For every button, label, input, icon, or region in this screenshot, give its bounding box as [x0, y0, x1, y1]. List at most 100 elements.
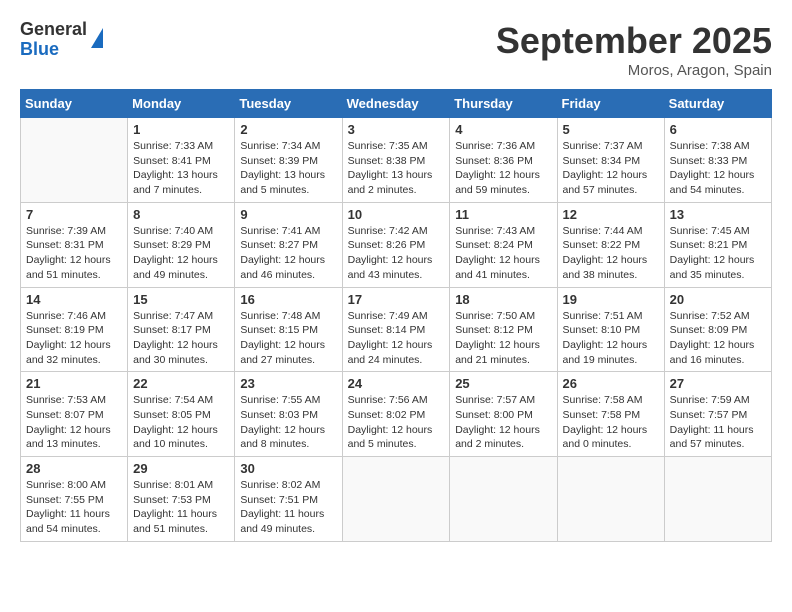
day-info: Sunrise: 7:46 AM Sunset: 8:19 PM Dayligh… [26, 309, 122, 368]
day-info: Sunrise: 7:48 AM Sunset: 8:15 PM Dayligh… [240, 309, 336, 368]
day-cell: 1 Sunrise: 7:33 AM Sunset: 8:41 PM Daylig… [128, 118, 235, 203]
column-header-monday: Monday [128, 90, 235, 118]
day-number: 11 [455, 207, 551, 222]
logo-general-text: General [20, 20, 87, 40]
week-row-2: 7 Sunrise: 7:39 AM Sunset: 8:31 PM Daylig… [21, 202, 772, 287]
title-block: September 2025 Moros, Aragon, Spain [496, 20, 772, 79]
day-cell: 19 Sunrise: 7:51 AM Sunset: 8:10 PM Dayli… [557, 287, 664, 372]
day-info: Sunrise: 7:49 AM Sunset: 8:14 PM Dayligh… [348, 309, 445, 368]
day-info: Sunrise: 7:51 AM Sunset: 8:10 PM Dayligh… [563, 309, 659, 368]
day-info: Sunrise: 7:35 AM Sunset: 8:38 PM Dayligh… [348, 139, 445, 198]
day-number: 29 [133, 461, 229, 476]
day-cell [342, 457, 450, 542]
month-title: September 2025 [496, 20, 772, 62]
day-info: Sunrise: 7:56 AM Sunset: 8:02 PM Dayligh… [348, 393, 445, 452]
day-cell: 5 Sunrise: 7:37 AM Sunset: 8:34 PM Daylig… [557, 118, 664, 203]
column-header-tuesday: Tuesday [235, 90, 342, 118]
day-number: 8 [133, 207, 229, 222]
day-number: 12 [563, 207, 659, 222]
logo-blue-text: Blue [20, 40, 87, 60]
calendar-header-row: SundayMondayTuesdayWednesdayThursdayFrid… [21, 90, 772, 118]
day-number: 24 [348, 376, 445, 391]
day-number: 28 [26, 461, 122, 476]
day-cell: 14 Sunrise: 7:46 AM Sunset: 8:19 PM Dayli… [21, 287, 128, 372]
day-cell [664, 457, 771, 542]
day-info: Sunrise: 7:58 AM Sunset: 7:58 PM Dayligh… [563, 393, 659, 452]
logo-icon [91, 28, 103, 48]
column-header-friday: Friday [557, 90, 664, 118]
day-number: 10 [348, 207, 445, 222]
day-cell: 23Sunrise: 7:55 AM Sunset: 8:03 PM Dayli… [235, 372, 342, 457]
day-info: Sunrise: 7:37 AM Sunset: 8:34 PM Dayligh… [563, 139, 659, 198]
day-cell: 3 Sunrise: 7:35 AM Sunset: 8:38 PM Daylig… [342, 118, 450, 203]
day-info: Sunrise: 7:52 AM Sunset: 8:09 PM Dayligh… [670, 309, 766, 368]
day-cell: 20 Sunrise: 7:52 AM Sunset: 8:09 PM Dayli… [664, 287, 771, 372]
week-row-5: 28 Sunrise: 8:00 AM Sunset: 7:55 PM Dayli… [21, 457, 772, 542]
day-cell: 11 Sunrise: 7:43 AM Sunset: 8:24 PM Dayli… [450, 202, 557, 287]
day-number: 23 [240, 376, 336, 391]
column-header-wednesday: Wednesday [342, 90, 450, 118]
column-header-saturday: Saturday [664, 90, 771, 118]
day-info: Sunrise: 8:02 AM Sunset: 7:51 PM Dayligh… [240, 478, 336, 537]
day-info: Sunrise: 7:45 AM Sunset: 8:21 PM Dayligh… [670, 224, 766, 283]
day-info: Sunrise: 7:33 AM Sunset: 8:41 PM Dayligh… [133, 139, 229, 198]
day-cell: 6Sunrise: 7:38 AM Sunset: 8:33 PM Daylig… [664, 118, 771, 203]
day-cell: 13 Sunrise: 7:45 AM Sunset: 8:21 PM Dayli… [664, 202, 771, 287]
day-number: 9 [240, 207, 336, 222]
day-info: Sunrise: 7:36 AM Sunset: 8:36 PM Dayligh… [455, 139, 551, 198]
day-info: Sunrise: 7:42 AM Sunset: 8:26 PM Dayligh… [348, 224, 445, 283]
day-info: Sunrise: 7:47 AM Sunset: 8:17 PM Dayligh… [133, 309, 229, 368]
day-number: 5 [563, 122, 659, 137]
day-number: 16 [240, 292, 336, 307]
day-cell: 2 Sunrise: 7:34 AM Sunset: 8:39 PM Daylig… [235, 118, 342, 203]
day-info: Sunrise: 7:39 AM Sunset: 8:31 PM Dayligh… [26, 224, 122, 283]
day-number: 17 [348, 292, 445, 307]
day-number: 3 [348, 122, 445, 137]
day-number: 1 [133, 122, 229, 137]
day-info: Sunrise: 7:34 AM Sunset: 8:39 PM Dayligh… [240, 139, 336, 198]
day-info: Sunrise: 7:59 AM Sunset: 7:57 PM Dayligh… [670, 393, 766, 452]
day-cell: 16 Sunrise: 7:48 AM Sunset: 8:15 PM Dayli… [235, 287, 342, 372]
day-cell: 9Sunrise: 7:41 AM Sunset: 8:27 PM Daylig… [235, 202, 342, 287]
day-info: Sunrise: 7:57 AM Sunset: 8:00 PM Dayligh… [455, 393, 551, 452]
column-header-sunday: Sunday [21, 90, 128, 118]
day-number: 2 [240, 122, 336, 137]
day-info: Sunrise: 7:54 AM Sunset: 8:05 PM Dayligh… [133, 393, 229, 452]
day-number: 13 [670, 207, 766, 222]
day-cell: 7 Sunrise: 7:39 AM Sunset: 8:31 PM Daylig… [21, 202, 128, 287]
day-cell: 26 Sunrise: 7:58 AM Sunset: 7:58 PM Dayli… [557, 372, 664, 457]
day-cell: 21 Sunrise: 7:53 AM Sunset: 8:07 PM Dayli… [21, 372, 128, 457]
day-number: 7 [26, 207, 122, 222]
day-cell: 24 Sunrise: 7:56 AM Sunset: 8:02 PM Dayli… [342, 372, 450, 457]
day-number: 6 [670, 122, 766, 137]
day-info: Sunrise: 7:44 AM Sunset: 8:22 PM Dayligh… [563, 224, 659, 283]
day-cell: 4Sunrise: 7:36 AM Sunset: 8:36 PM Daylig… [450, 118, 557, 203]
day-cell [21, 118, 128, 203]
day-number: 20 [670, 292, 766, 307]
location-subtitle: Moros, Aragon, Spain [496, 62, 772, 79]
day-info: Sunrise: 8:00 AM Sunset: 7:55 PM Dayligh… [26, 478, 122, 537]
day-cell: 25Sunrise: 7:57 AM Sunset: 8:00 PM Dayli… [450, 372, 557, 457]
day-number: 26 [563, 376, 659, 391]
day-info: Sunrise: 7:43 AM Sunset: 8:24 PM Dayligh… [455, 224, 551, 283]
day-cell: 28 Sunrise: 8:00 AM Sunset: 7:55 PM Dayli… [21, 457, 128, 542]
day-number: 22 [133, 376, 229, 391]
day-info: Sunrise: 7:53 AM Sunset: 8:07 PM Dayligh… [26, 393, 122, 452]
day-info: Sunrise: 8:01 AM Sunset: 7:53 PM Dayligh… [133, 478, 229, 537]
week-row-1: 1 Sunrise: 7:33 AM Sunset: 8:41 PM Daylig… [21, 118, 772, 203]
day-cell: 17 Sunrise: 7:49 AM Sunset: 8:14 PM Dayli… [342, 287, 450, 372]
day-cell: 29 Sunrise: 8:01 AM Sunset: 7:53 PM Dayli… [128, 457, 235, 542]
day-cell: 10 Sunrise: 7:42 AM Sunset: 8:26 PM Dayli… [342, 202, 450, 287]
day-number: 21 [26, 376, 122, 391]
logo: General Blue [20, 20, 103, 60]
day-number: 14 [26, 292, 122, 307]
day-info: Sunrise: 7:50 AM Sunset: 8:12 PM Dayligh… [455, 309, 551, 368]
day-cell: 22 Sunrise: 7:54 AM Sunset: 8:05 PM Dayli… [128, 372, 235, 457]
day-cell: 12 Sunrise: 7:44 AM Sunset: 8:22 PM Dayli… [557, 202, 664, 287]
day-cell [450, 457, 557, 542]
day-number: 19 [563, 292, 659, 307]
day-number: 30 [240, 461, 336, 476]
day-number: 27 [670, 376, 766, 391]
day-cell: 8Sunrise: 7:40 AM Sunset: 8:29 PM Daylig… [128, 202, 235, 287]
page-header: General Blue September 2025 Moros, Arago… [20, 20, 772, 79]
